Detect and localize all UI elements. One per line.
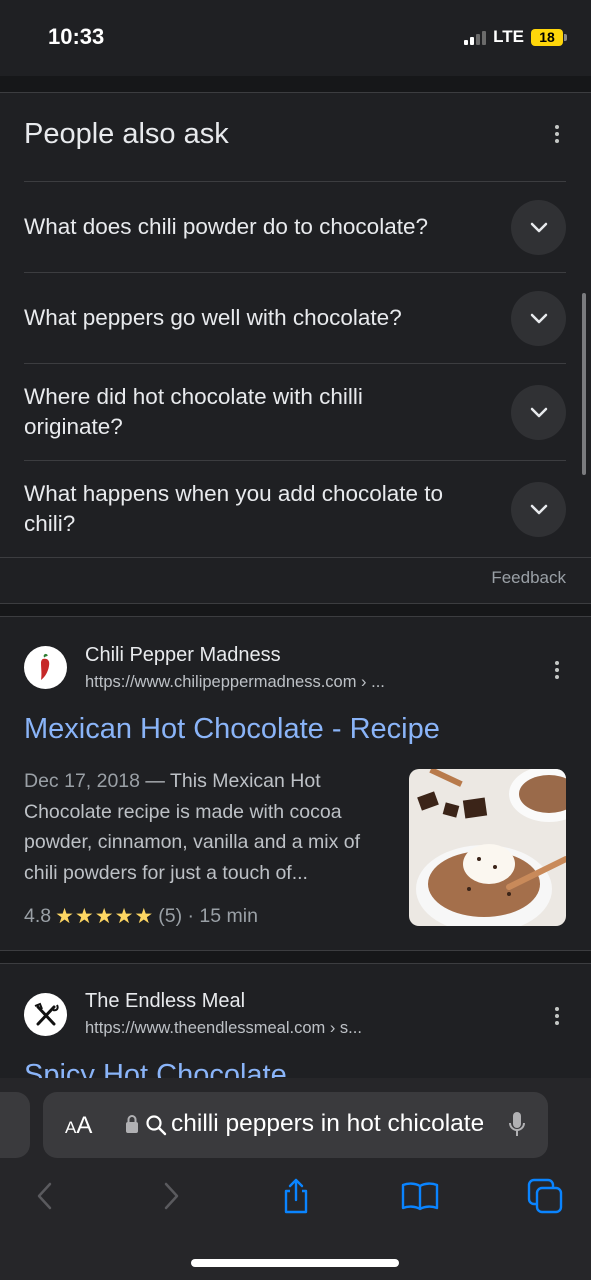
section-gap — [0, 951, 591, 963]
result-snippet: Dec 17, 2018 — This Mexican Hot Chocolat… — [24, 766, 389, 888]
back-icon[interactable] — [24, 1176, 64, 1216]
fork-knife-icon — [24, 993, 67, 1036]
rating-value: 4.8 — [24, 905, 52, 927]
signal-icon — [464, 29, 487, 45]
paa-question[interactable]: What does chili powder do to chocolate? — [24, 181, 566, 272]
result-thumbnail[interactable] — [409, 769, 566, 926]
microphone-icon[interactable] — [508, 1111, 526, 1139]
home-indicator[interactable] — [191, 1259, 399, 1267]
result-rating: 4.8 ★★★★★ (5) · 15 min — [24, 904, 258, 929]
result-more-icon[interactable] — [547, 1004, 567, 1028]
bookmarks-icon[interactable] — [400, 1176, 440, 1216]
divider — [0, 616, 591, 617]
star-rating-icon: ★★★★★ — [55, 905, 155, 928]
network-type: LTE — [493, 27, 524, 46]
question-text: What peppers go well with chocolate? — [24, 305, 402, 330]
chevron-down-icon[interactable] — [511, 385, 566, 440]
question-text: Where did hot chocolate with chilli orig… — [24, 384, 363, 439]
paa-title: People also ask — [24, 118, 229, 150]
address-text[interactable]: chilli peppers in hot chicolate — [171, 1110, 483, 1138]
result-more-icon[interactable] — [547, 658, 567, 682]
search-icon — [146, 1115, 167, 1136]
tabs-icon[interactable] — [525, 1176, 565, 1216]
chevron-down-icon[interactable] — [511, 482, 566, 537]
result-date: Dec 17, 2018 — [24, 770, 141, 792]
feedback-link[interactable]: Feedback — [491, 568, 566, 588]
paa-question[interactable]: What happens when you add chocolate to c… — [24, 460, 566, 557]
divider — [0, 603, 591, 604]
forward-icon[interactable] — [152, 1176, 192, 1216]
section-gap — [0, 604, 591, 616]
result-title-link[interactable]: Mexican Hot Chocolate - Recipe — [24, 713, 440, 746]
status-indicators: LTE 18 — [464, 27, 567, 47]
battery-icon: 18 — [531, 28, 567, 46]
section-gap — [0, 76, 591, 92]
question-text: What does chili powder do to chocolate? — [24, 214, 428, 239]
address-bar[interactable]: AA chilli peppers in hot chicolate — [43, 1092, 548, 1158]
chevron-down-icon[interactable] — [511, 291, 566, 346]
paa-question[interactable]: Where did hot chocolate with chilli orig… — [24, 363, 566, 460]
site-url[interactable]: https://www.chilipeppermadness.com › ... — [85, 673, 385, 692]
status-bar: 10:33 LTE 18 — [0, 0, 591, 76]
question-text: What happens when you add chocolate to c… — [24, 481, 444, 536]
rating-meta: (5) · 15 min — [158, 905, 258, 927]
site-url[interactable]: https://www.theendlessmeal.com › s... — [85, 1019, 362, 1038]
site-name[interactable]: Chili Pepper Madness — [85, 644, 281, 667]
status-time: 10:33 — [48, 24, 105, 49]
divider — [0, 92, 591, 93]
site-name[interactable]: The Endless Meal — [85, 990, 245, 1013]
chevron-down-icon[interactable] — [511, 200, 566, 255]
paa-question[interactable]: What peppers go well with chocolate? — [24, 272, 566, 363]
previous-tab-peek[interactable] — [0, 1092, 30, 1158]
divider — [0, 963, 591, 964]
reader-settings-button[interactable]: AA — [65, 1112, 92, 1140]
divider — [0, 557, 591, 558]
lock-icon — [126, 1115, 138, 1133]
share-icon[interactable] — [276, 1176, 316, 1216]
chili-pepper-icon — [24, 646, 67, 689]
scrollbar[interactable] — [582, 293, 586, 475]
paa-more-icon[interactable] — [547, 122, 567, 146]
battery-level: 18 — [539, 29, 555, 45]
